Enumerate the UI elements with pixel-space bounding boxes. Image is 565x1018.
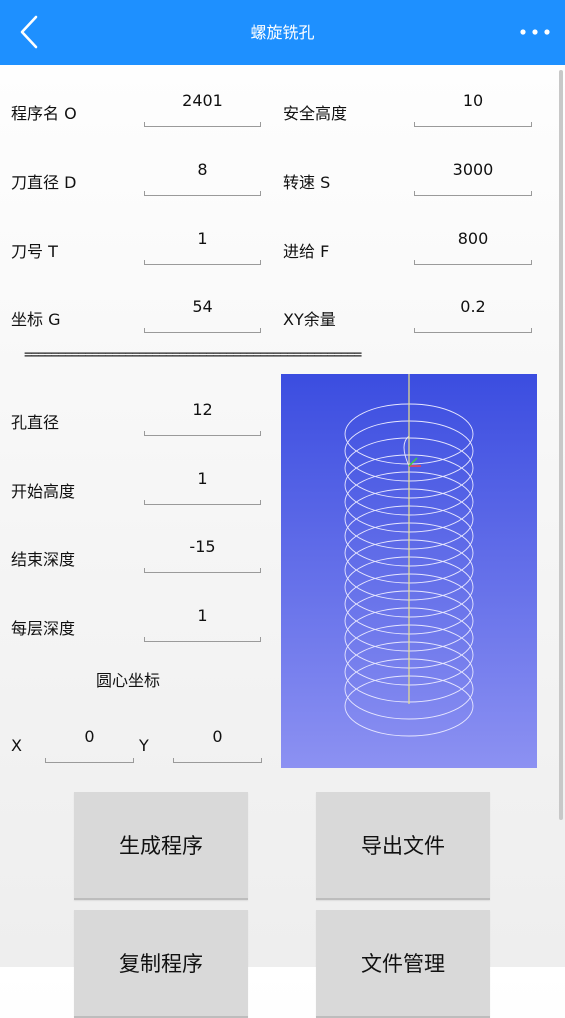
file-manager-button[interactable]: 文件管理 [316,910,490,1018]
end-depth-input[interactable]: -15 [144,537,261,573]
app-bar: 螺旋铣孔 [0,0,565,65]
helix-preview [281,374,537,768]
back-arrow-icon[interactable] [10,12,50,52]
safe-height-label: 安全高度 [283,104,348,123]
safe-height-input[interactable]: 10 [414,91,532,127]
end-depth-label: 结束深度 [11,550,76,569]
tool-number-input[interactable]: 1 [144,229,261,265]
hole-diameter-input[interactable]: 12 [144,400,261,436]
layer-depth-input[interactable]: 1 [144,606,261,642]
center-coordinate-label: 圆心坐标 [96,671,161,690]
tool-number-label: 刀号 T [11,242,58,261]
start-height-label: 开始高度 [11,482,76,501]
x-label: X [11,736,22,755]
xy-allowance-label: XY余量 [283,310,336,329]
spindle-speed-input[interactable]: 3000 [414,160,532,196]
generate-program-button[interactable]: 生成程序 [74,792,248,900]
coordinate-label: 坐标 G [11,310,61,329]
page-title: 螺旋铣孔 [250,23,315,42]
program-name-input[interactable]: 2401 [144,91,261,127]
tool-diameter-input[interactable]: 8 [144,160,261,196]
xy-allowance-input[interactable]: 0.2 [414,297,532,333]
hole-diameter-label: 孔直径 [11,413,60,432]
tool-diameter-label: 刀直径 D [11,173,77,192]
coordinate-input[interactable]: 54 [144,297,261,333]
feed-label: 进给 F [283,242,330,261]
center-x-input[interactable]: 0 [45,727,134,763]
copy-program-button[interactable]: 复制程序 [74,910,248,1018]
scrollbar[interactable] [559,70,563,820]
more-options-icon[interactable] [515,14,555,50]
layer-depth-label: 每层深度 [11,619,76,638]
center-y-input[interactable]: 0 [173,727,262,763]
start-height-input[interactable]: 1 [144,469,261,505]
program-name-label: 程序名 O [11,104,77,123]
export-file-button[interactable]: 导出文件 [316,792,490,900]
feed-input[interactable]: 800 [414,229,532,265]
separator-line: ========================================… [24,347,362,363]
y-label: Y [139,736,149,755]
spindle-speed-label: 转速 S [283,173,331,192]
